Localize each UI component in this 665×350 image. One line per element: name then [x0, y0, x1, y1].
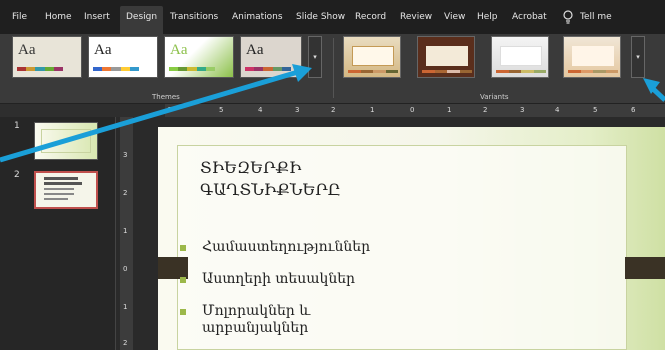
tab-help[interactable]: Help [477, 12, 498, 22]
variant-thumb-3[interactable] [491, 36, 549, 78]
tab-acrobat[interactable]: Acrobat [512, 12, 547, 22]
ruler-number: 2 [331, 106, 336, 114]
ribbon-separator [333, 38, 334, 98]
thumb-frame [41, 129, 91, 153]
theme-color-bar [17, 67, 64, 71]
variant-swatches [496, 70, 546, 73]
tab-animations[interactable]: Animations [232, 12, 283, 22]
slide-thumb-2[interactable] [34, 171, 98, 209]
bullet-item[interactable]: Մոլորակներ և [202, 303, 310, 320]
theme-color-bar [245, 67, 292, 71]
variant-card [500, 46, 542, 66]
variant-thumb-1[interactable] [343, 36, 401, 78]
theme-color-bar [93, 67, 140, 71]
tab-insert[interactable]: Insert [84, 12, 110, 22]
ruler-number: 0 [410, 106, 415, 114]
tab-file[interactable]: File [12, 12, 27, 22]
ruler-number: 5 [219, 106, 224, 114]
theme-aa: Aa [170, 42, 188, 58]
ruler-number: 2 [123, 189, 128, 197]
bullet-marker [180, 245, 186, 251]
ribbon: Aa Aa Aa Aa ▾ Themes ▾ Variants [0, 34, 665, 104]
ruler-number: 1 [447, 106, 452, 114]
variant-card [572, 46, 614, 66]
thumb-line [44, 182, 82, 185]
ruler-number: 1 [123, 303, 128, 311]
tab-transitions[interactable]: Transitions [170, 12, 218, 22]
thumb-line [44, 198, 68, 200]
bullet-marker [180, 277, 186, 283]
bullet-item[interactable]: արբանյակներ [202, 320, 308, 337]
themes-more-button[interactable]: ▾ [308, 36, 322, 78]
variant-swatches [422, 70, 472, 73]
slide: ՏԻԵԶԵՐՔԻ ԳԱՂՏՆԻՔՆԵՐԸ Համաստեղություններ … [158, 127, 665, 350]
slide-title[interactable]: ՏԻԵԶԵՐՔԻ ԳԱՂՏՆԻՔՆԵՐԸ [200, 157, 341, 201]
chevron-down-icon: ▾ [313, 53, 317, 61]
thumb-line [44, 177, 78, 180]
tab-design[interactable]: Design [120, 6, 164, 34]
bullet-item[interactable]: Աստղերի տեսակներ [202, 271, 355, 288]
theme-aa: Aa [18, 42, 36, 58]
variants-group-label: Variants [480, 93, 509, 101]
theme-color-bar [169, 67, 216, 71]
ruler-number: 4 [258, 106, 263, 114]
tab-review[interactable]: Review [400, 12, 432, 22]
tab-record[interactable]: Record [355, 12, 386, 22]
thumb-line [44, 188, 74, 190]
ruler-number: 1 [123, 227, 128, 235]
thumb-line [44, 193, 74, 195]
ruler-track: 6 5 4 3 2 1 0 1 2 3 4 5 6 [165, 104, 665, 117]
slide-number: 1 [14, 121, 20, 131]
ruler-number: 5 [593, 106, 598, 114]
slide-thumb-1[interactable] [34, 122, 98, 160]
theme-thumb-3[interactable]: Aa [164, 36, 234, 78]
variant-swatches [568, 70, 618, 73]
variants-more-button[interactable]: ▾ [631, 36, 645, 78]
variant-card [426, 46, 468, 66]
slide-band-right [625, 257, 665, 279]
theme-thumb-2[interactable]: Aa [88, 36, 158, 78]
bullet-item[interactable]: Համաստեղություններ [202, 239, 370, 256]
tab-slide-show[interactable]: Slide Show [296, 12, 345, 22]
slide-band-left [158, 257, 188, 279]
ruler-number: 6 [631, 106, 636, 114]
slide-canvas: ՏԻԵԶԵՐՔԻ ԳԱՂՏՆԻՔՆԵՐԸ Համաստեղություններ … [133, 117, 665, 350]
ruler-number: 4 [555, 106, 560, 114]
lightbulb-icon[interactable] [562, 10, 574, 24]
slide-number: 2 [14, 170, 20, 180]
theme-aa: Aa [246, 42, 264, 58]
variant-thumb-4[interactable] [563, 36, 621, 78]
themes-group-label: Themes [152, 93, 180, 101]
vertical-ruler: 3 2 1 0 1 2 [120, 117, 133, 350]
theme-aa: Aa [94, 42, 112, 58]
variant-swatches [348, 70, 398, 73]
ruler-number: 0 [123, 265, 128, 273]
bullet-marker [180, 309, 186, 315]
ruler-number: 3 [520, 106, 525, 114]
tab-home[interactable]: Home [45, 12, 72, 22]
ruler-number: 6 [167, 106, 172, 114]
horizontal-ruler: 6 5 4 3 2 1 0 1 2 3 4 5 6 [0, 104, 665, 117]
ruler-number: 2 [123, 339, 128, 347]
tab-view[interactable]: View [444, 12, 465, 22]
menu-bar: File Home Insert Design Transitions Anim… [0, 0, 665, 34]
variant-card [352, 46, 394, 66]
variant-thumb-2[interactable] [417, 36, 475, 78]
ruler-number: 2 [483, 106, 488, 114]
theme-thumb-4[interactable]: Aa [240, 36, 302, 78]
ruler-number: 1 [370, 106, 375, 114]
ruler-number: 3 [295, 106, 300, 114]
ruler-number: 3 [123, 151, 128, 159]
tab-tell-me[interactable]: Tell me [580, 12, 612, 22]
theme-thumb-1[interactable]: Aa [12, 36, 82, 78]
slides-pane: 1 2 [0, 117, 116, 350]
chevron-down-icon: ▾ [636, 53, 640, 61]
